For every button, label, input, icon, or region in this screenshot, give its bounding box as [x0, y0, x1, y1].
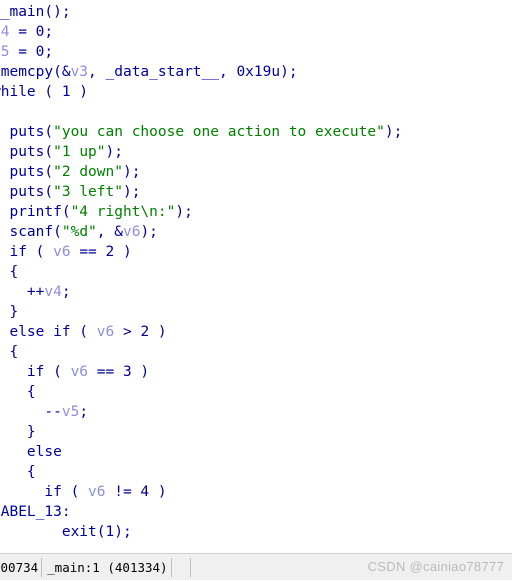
code-line[interactable]: if ( v6 == 2 )	[0, 242, 402, 262]
code-line[interactable]: ++v4;	[0, 282, 402, 302]
code-line[interactable]: }	[0, 422, 402, 442]
code-variable[interactable]: v3	[71, 64, 88, 80]
status-bar: 000734 _main:1 (401334)	[0, 553, 512, 580]
code-line[interactable]: exit(1);	[0, 522, 402, 542]
code-variable[interactable]: v6	[53, 244, 70, 260]
code-token: {	[0, 104, 1, 120]
code-token: );	[105, 144, 123, 160]
code-line[interactable]: while ( 1 )	[0, 82, 402, 102]
code-label: LABEL_13:	[0, 504, 71, 520]
code-token: == 3 )	[88, 364, 150, 380]
code-line[interactable]: {	[0, 382, 402, 402]
code-line[interactable]: puts("you can choose one action to execu…	[0, 122, 402, 142]
code-token: , &	[96, 224, 123, 240]
code-line[interactable]: v4 = 0;	[0, 22, 402, 42]
code-line[interactable]: {	[0, 262, 402, 282]
code-string: "1 up"	[53, 144, 106, 160]
code-token: ;	[61, 284, 71, 300]
code-token: = 0;	[9, 44, 54, 60]
code-token: if (	[26, 364, 71, 380]
code-token: --	[44, 404, 62, 420]
code-token: else	[26, 444, 62, 460]
code-listing[interactable]: __main();v4 = 0;v5 = 0;qmemcpy(&v3, _dat…	[0, 2, 402, 542]
code-line[interactable]: puts("3 left");	[0, 182, 402, 202]
code-token: if (	[9, 244, 54, 260]
code-variable[interactable]: v6	[88, 484, 105, 500]
code-string: "%d"	[61, 224, 97, 240]
code-line[interactable]: {	[0, 462, 402, 482]
code-line[interactable]: if ( v6 != 4 )	[0, 482, 402, 502]
code-token: );	[140, 224, 158, 240]
code-token: != 4 )	[105, 484, 167, 500]
code-line[interactable]: printf("4 right\n:");	[0, 202, 402, 222]
code-string: "3 left"	[53, 184, 123, 200]
code-token: == 2 )	[70, 244, 132, 260]
status-address: 000734	[0, 559, 39, 575]
code-token: __main();	[0, 4, 71, 20]
code-token: {	[26, 464, 36, 480]
code-token: {	[9, 344, 19, 360]
code-line[interactable]: puts("1 up");	[0, 142, 402, 162]
code-token: else if (	[9, 324, 97, 340]
code-line[interactable]: qmemcpy(&v3, _data_start__, 0x19u);	[0, 62, 402, 82]
code-token: puts(	[9, 164, 54, 180]
code-token: );	[122, 184, 141, 200]
code-token: if (	[44, 484, 89, 500]
code-token: puts(	[9, 184, 54, 200]
code-line[interactable]: {	[0, 102, 402, 122]
status-slot-empty-1	[172, 554, 190, 581]
code-line[interactable]: {	[0, 342, 402, 362]
code-variable[interactable]: v6	[123, 224, 140, 240]
code-token: );	[384, 124, 403, 140]
code-line[interactable]: v5 = 0;	[0, 42, 402, 62]
code-token: printf(	[9, 204, 71, 220]
code-variable[interactable]: v6	[71, 364, 88, 380]
code-line[interactable]: --v5;	[0, 402, 402, 422]
code-token: = 0;	[9, 24, 54, 40]
code-line[interactable]: puts("2 down");	[0, 162, 402, 182]
code-token: > 2 )	[114, 324, 167, 340]
code-variable[interactable]: v4	[44, 284, 61, 300]
code-line[interactable]: }	[0, 302, 402, 322]
code-token: }	[9, 304, 19, 320]
code-token: puts(	[9, 124, 54, 140]
code-line[interactable]: __main();	[0, 2, 402, 22]
code-token: puts(	[9, 144, 54, 160]
code-string: "you can choose one action to execute"	[53, 124, 385, 140]
status-function-position: _main:1 (401334)	[47, 559, 168, 575]
code-string: "4 right\n:"	[70, 204, 176, 220]
code-token: while ( 1 )	[0, 84, 89, 100]
code-token: ++	[26, 284, 45, 300]
code-token: exit(1);	[61, 524, 132, 540]
code-token: ;	[79, 404, 89, 420]
code-line[interactable]: scanf("%d", &v6);	[0, 222, 402, 242]
pseudocode-view[interactable]: __main();v4 = 0;v5 = 0;qmemcpy(&v3, _dat…	[0, 0, 512, 553]
code-token: {	[26, 384, 36, 400]
code-token: );	[175, 204, 193, 220]
code-token: {	[9, 264, 19, 280]
code-string: "2 down"	[53, 164, 123, 180]
status-separator-3	[189, 557, 191, 577]
code-line[interactable]: if ( v6 == 3 )	[0, 362, 402, 382]
code-line[interactable]: LABEL_13:	[0, 502, 402, 522]
code-variable[interactable]: v5	[62, 404, 79, 420]
code-line[interactable]: else	[0, 442, 402, 462]
code-token: qmemcpy(&	[0, 64, 71, 80]
code-variable[interactable]: v6	[97, 324, 114, 340]
code-token: }	[26, 424, 36, 440]
code-token: scanf(	[9, 224, 62, 240]
code-token: , _data_start__, 0x19u);	[88, 64, 298, 80]
code-line[interactable]: else if ( v6 > 2 )	[0, 322, 402, 342]
code-token: );	[122, 164, 141, 180]
